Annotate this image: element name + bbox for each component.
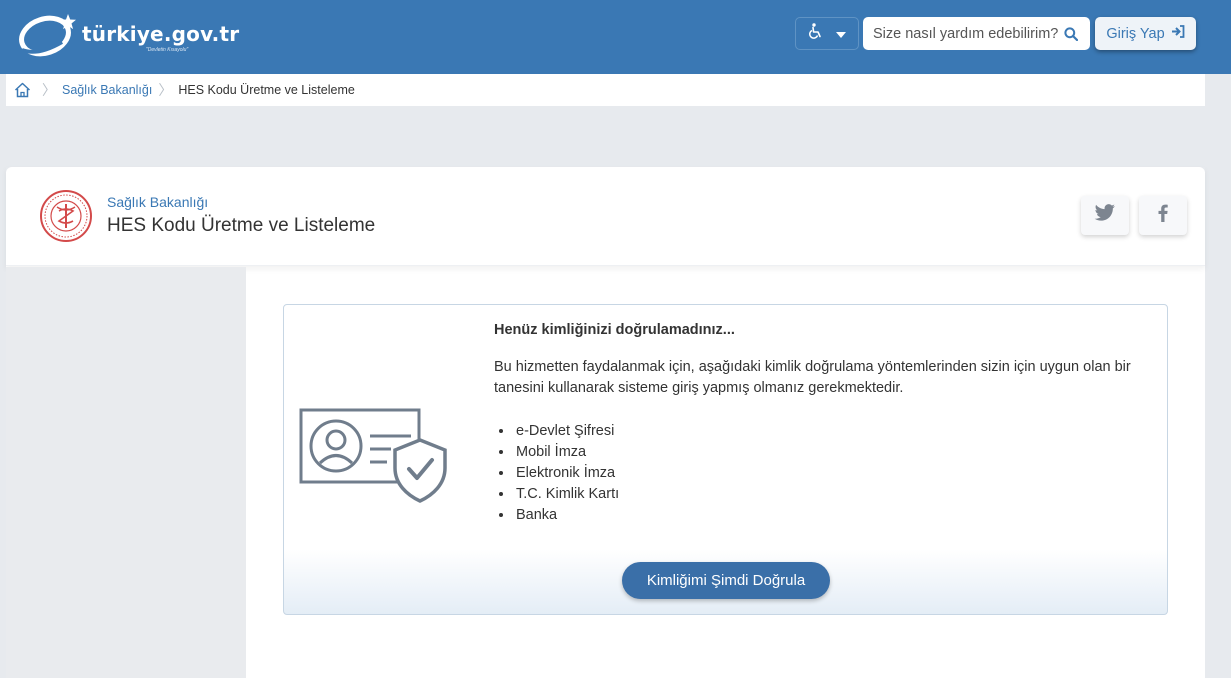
search-box <box>863 17 1090 50</box>
notice-body: Bu hizmetten faydalanmak için, aşağıdaki… <box>494 359 1131 396</box>
service-card: Sağlık Bakanlığı HES Kodu Üretme ve List… <box>6 167 1205 678</box>
list-item: T.C. Kimlik Kartı <box>514 484 619 505</box>
list-item: e-Devlet Şifresi <box>514 421 619 442</box>
facebook-share-button[interactable] <box>1139 196 1187 235</box>
notice-title: Henüz kimliğinizi doğrulamadınız... <box>494 322 735 338</box>
login-button[interactable]: Giriş Yap <box>1095 17 1196 50</box>
identity-notice: Henüz kimliğinizi doğrulamadınız... Bu h… <box>283 304 1168 615</box>
ministry-seal-icon <box>39 189 93 243</box>
page-title: HES Kodu Üretme ve Listeleme <box>107 215 376 236</box>
accessibility-button[interactable] <box>795 17 859 50</box>
auth-methods-list: e-Devlet Şifresi Mobil İmza Elektronik İ… <box>514 421 619 526</box>
verify-identity-button[interactable]: Kimliğimi Şimdi Doğrula <box>622 562 830 599</box>
turkiye-gov-logo[interactable]: türkiye.gov.tr "Devletin Kısayolu" <box>18 10 239 60</box>
list-item: Mobil İmza <box>514 442 619 463</box>
home-icon[interactable] <box>8 74 36 106</box>
search-icon[interactable] <box>1059 22 1083 46</box>
twitter-share-button[interactable] <box>1081 196 1129 235</box>
twitter-icon <box>1094 204 1116 227</box>
list-item: Banka <box>514 505 619 526</box>
id-card-shield-icon <box>299 408 449 503</box>
login-label: Giriş Yap <box>1106 25 1165 42</box>
institution-name[interactable]: Sağlık Bakanlığı <box>107 194 208 210</box>
left-sidebar <box>6 267 246 678</box>
breadcrumb: 〉 Sağlık Bakanlığı 〉 HES Kodu Üretme ve … <box>6 74 1205 106</box>
logo-text: türkiye.gov.tr <box>82 22 240 46</box>
breadcrumb-separator: 〉 <box>42 82 56 98</box>
logo-tagline: "Devletin Kısayolu" <box>146 47 189 53</box>
breadcrumb-current: HES Kodu Üretme ve Listeleme <box>178 83 355 97</box>
logo-swoosh-icon <box>19 14 76 57</box>
facebook-icon <box>1158 204 1168 227</box>
breadcrumb-separator: 〉 <box>158 82 173 98</box>
service-header: Sağlık Bakanlığı HES Kodu Üretme ve List… <box>6 167 1205 266</box>
breadcrumb-link-saglik-bakanligi[interactable]: Sağlık Bakanlığı <box>62 83 152 97</box>
wheelchair-icon <box>808 23 824 44</box>
sign-in-icon <box>1171 25 1185 42</box>
top-header: türkiye.gov.tr "Devletin Kısayolu" Giriş… <box>0 0 1231 74</box>
search-input[interactable] <box>863 18 1059 49</box>
list-item: Elektronik İmza <box>514 463 619 484</box>
chevron-down-icon <box>836 25 846 43</box>
